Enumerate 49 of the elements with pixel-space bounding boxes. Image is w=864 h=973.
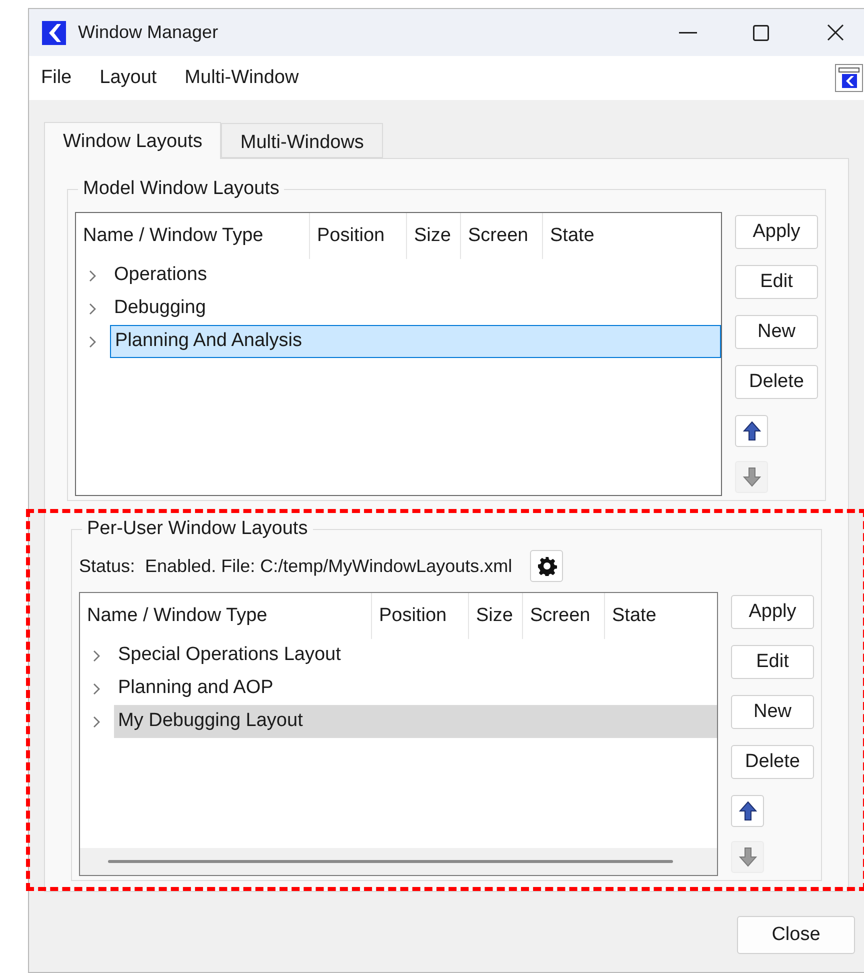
menu-item[interactable]: Layout (100, 64, 157, 92)
down-arrow-icon (742, 467, 760, 487)
status-label: Status: (79, 554, 136, 578)
window-logo-icon[interactable] (835, 64, 863, 92)
action-button[interactable]: New (735, 315, 818, 349)
action-button[interactable]: Apply (735, 215, 818, 249)
maximize-icon[interactable] (753, 24, 769, 40)
column-header[interactable]: Position (372, 593, 469, 639)
column-header[interactable]: Position (310, 213, 407, 259)
tree-row[interactable]: Operations (110, 259, 721, 292)
tree-row[interactable]: Planning And Analysis (110, 325, 721, 358)
column-header[interactable]: Screen (461, 213, 543, 259)
action-button[interactable]: Delete (731, 745, 814, 779)
action-button[interactable]: New (731, 695, 814, 729)
horizontal-scrollbar[interactable] (80, 848, 717, 875)
column-header[interactable]: Name / Window Type (76, 213, 310, 259)
move-up-button[interactable] (735, 415, 768, 447)
action-button[interactable]: Edit (731, 645, 814, 679)
column-header[interactable]: Size (469, 593, 523, 639)
tree-row[interactable]: Planning and AOP (114, 672, 717, 705)
group-title: Per-User Window Layouts (82, 517, 313, 541)
move-up-button[interactable] (731, 795, 764, 827)
action-button[interactable]: Edit (735, 265, 818, 299)
app-logo-icon (42, 20, 66, 44)
action-button[interactable]: Delete (735, 365, 818, 399)
minimize-icon[interactable] (679, 32, 697, 34)
tab[interactable]: Window Layouts (44, 122, 222, 159)
status-text: Enabled. File: C:/temp/MyWindowLayouts.xml (145, 554, 512, 578)
column-header[interactable]: Size (407, 213, 461, 259)
tree-row[interactable]: Special Operations Layout (114, 639, 717, 672)
group-title: Model Window Layouts (78, 177, 284, 201)
column-header[interactable]: State (605, 593, 717, 639)
up-arrow-icon (738, 801, 756, 821)
tree-row[interactable]: My Debugging Layout (114, 705, 717, 738)
column-header[interactable]: State (543, 213, 721, 259)
close-button[interactable]: Close (737, 916, 855, 954)
settings-icon (536, 556, 557, 576)
close-icon[interactable] (827, 24, 844, 41)
column-header[interactable]: Name / Window Type (80, 593, 372, 639)
action-button[interactable]: Apply (731, 595, 814, 629)
up-arrow-icon (742, 421, 760, 441)
menu-item[interactable]: Multi-Window (184, 64, 299, 92)
menu-item[interactable]: File (41, 64, 72, 92)
settings-button[interactable] (530, 550, 564, 582)
tree-row[interactable]: Debugging (110, 292, 721, 325)
down-arrow-icon (738, 847, 756, 867)
window-title: Window Manager (78, 21, 218, 44)
column-header[interactable]: Screen (523, 593, 605, 639)
tab[interactable]: Multi-Windows (221, 123, 383, 158)
